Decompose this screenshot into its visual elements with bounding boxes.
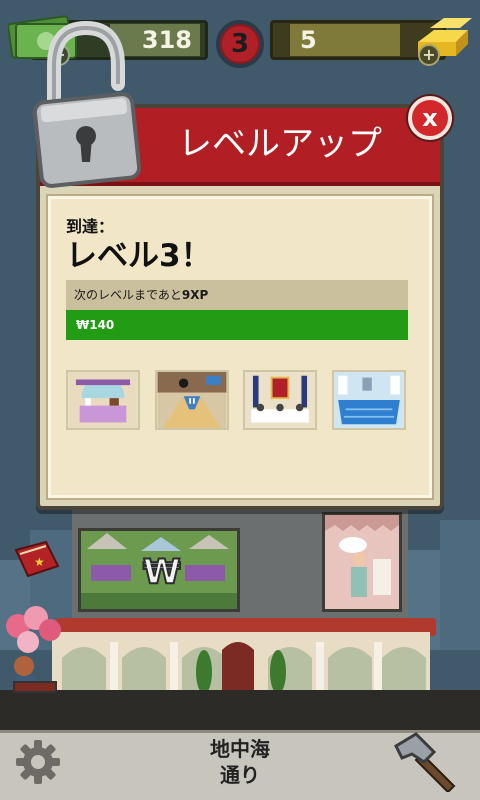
gear-icon[interactable] [14, 738, 62, 786]
reached-label: 到達： [66, 217, 115, 236]
padlock-icon [32, 20, 142, 188]
street-name-line2: 通り [220, 763, 260, 787]
reward-bar: ₩140 [66, 310, 408, 340]
street-name: 地中海 通り [150, 736, 330, 788]
svg-text:★: ★ [34, 555, 45, 569]
svg-text:₩: ₩ [143, 552, 181, 592]
street-name-line1: 地中海 [210, 737, 270, 761]
book-icon[interactable]: ★ [12, 540, 62, 580]
dialog-title: レベルアップ [178, 124, 382, 164]
xp-remaining-value: 9XP [181, 288, 209, 302]
unlock-swimming-pool[interactable] [332, 370, 406, 430]
hammer-icon[interactable] [392, 732, 462, 792]
gold-counter: 5 [290, 24, 400, 56]
close-icon[interactable]: x [408, 96, 452, 140]
balloons-icon[interactable] [2, 602, 66, 694]
carnival-shop[interactable]: ₩ [78, 528, 240, 612]
street-ground [0, 690, 480, 730]
bakery-shop[interactable] [322, 512, 402, 612]
xp-remaining-label: 次のレベルまであと [74, 288, 182, 302]
arcade-colonnade [52, 632, 430, 698]
add-gold-button[interactable]: + [418, 44, 440, 66]
xp-remaining-row: 次のレベルまであと9XP [66, 280, 408, 310]
level-number: 3 [230, 29, 250, 59]
unlock-bowling-alley[interactable] [155, 370, 229, 430]
new-level-text: レベル3！ [66, 238, 212, 274]
unlock-dining-hall[interactable] [243, 370, 317, 430]
unlock-cake-shop[interactable] [66, 370, 140, 430]
